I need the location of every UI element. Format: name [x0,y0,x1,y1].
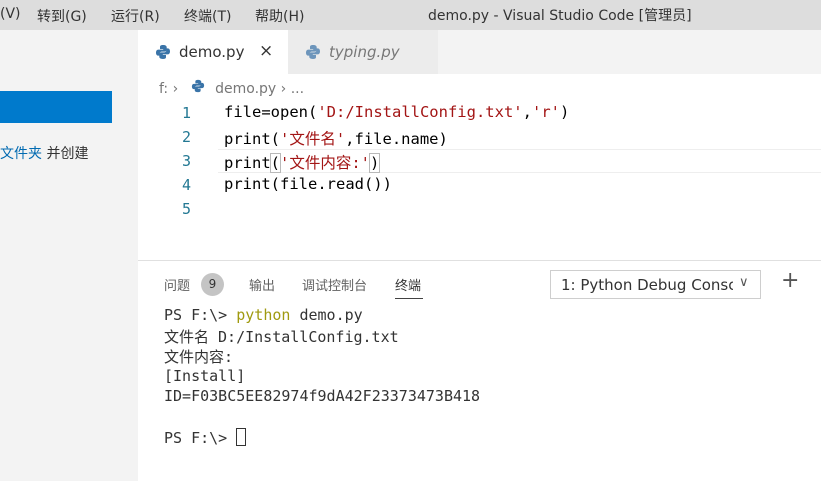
code-line: print('文件名',file.name) [224,127,448,149]
terminal-command: python [236,306,291,324]
tab-typing-py[interactable]: typing.py [288,30,438,74]
line-number: 4 [181,176,191,194]
tab-output[interactable]: 输出 [249,275,275,294]
sidebar-folder-link[interactable]: 文件夹 [0,146,42,162]
chevron-right-icon: › [172,81,179,97]
code-token: ,file.name) [345,130,448,148]
terminal-select-value: 1: Python Debug Consc [561,276,733,294]
title-bar: (V) 转到(G) 运行(R) 终端(T) 帮助(H) demo.py - Vi… [0,0,821,30]
code-line: file=open('D:/InstallConfig.txt','r') [224,103,569,121]
tab-terminal[interactable]: 终端 [395,275,421,294]
breadcrumb-drive[interactable]: f: [159,81,168,97]
window-title: demo.py - Visual Studio Code [管理员] [428,8,692,24]
code-token: print(file.read()) [224,175,392,193]
code-string: 'r' [531,103,560,121]
menu-terminal[interactable]: 终端(T) [184,6,231,26]
bracket-match: ( [269,153,282,173]
menu-view[interactable]: (V) [0,6,21,22]
line-number: 2 [181,128,191,146]
add-terminal-icon[interactable]: + [781,268,799,293]
tab-label: typing.py [329,43,400,61]
terminal-line: [Install] [164,367,246,385]
terminal-line: 文件内容: [164,348,234,366]
python-icon [156,45,170,59]
close-icon[interactable]: × [259,41,273,61]
menu-goto[interactable]: 转到(G) [37,6,87,26]
panel-divider [138,260,821,261]
tab-demo-py[interactable]: demo.py × [138,30,288,74]
python-icon [306,45,320,59]
code-token: file=open( [224,103,318,121]
code-line: print('文件内容:') [224,151,381,173]
tab-debug-console[interactable]: 调试控制台 [302,275,367,294]
breadcrumb-more[interactable]: ... [291,81,304,97]
code-string: '文件名' [280,130,346,148]
python-icon [191,79,204,93]
code-string: '文件内容:' [280,154,371,172]
problems-count-badge: 9 [201,273,224,296]
breadcrumb-file[interactable]: demo.py [215,81,276,97]
terminal-line: ID=F03BC5EE82974f9dA42F23373473B418 [164,387,481,405]
breadcrumb: f: › demo.py › ... [159,79,304,99]
line-number: 5 [181,200,191,218]
terminal-cursor [236,428,247,446]
chevron-right-icon: › [280,81,287,97]
terminal-prompt: PS F:\> [164,429,237,447]
terminal-prompt: PS F:\> [164,306,237,324]
sidebar-hint: 文件夹 并创建 [0,143,88,163]
code-line: print(file.read()) [224,175,392,193]
terminal-command-args: demo.py [290,306,363,324]
line-number: 3 [181,152,191,170]
editor-tab-bar: demo.py × typing.py [138,30,821,74]
sidebar: 文件夹 并创建 [0,30,138,481]
code-token: , [522,103,532,121]
active-tab-indicator [395,298,423,299]
code-token: print( [224,130,280,148]
bracket-match: ) [368,153,381,173]
terminal-line: 文件名 D:/InstallConfig.txt [164,328,399,346]
menu-help[interactable]: 帮助(H) [255,6,304,26]
tab-problems[interactable]: 问题 [164,275,190,294]
text-caret [379,153,381,171]
code-editor[interactable]: 1 2 3 4 5 file=open('D:/InstallConfig.tx… [138,100,821,260]
line-number: 1 [181,104,191,122]
terminal-line[interactable]: PS F:\> [164,428,247,447]
menu-run[interactable]: 运行(R) [111,6,160,26]
code-token: ) [559,103,570,121]
sidebar-open-folder-button[interactable] [0,91,112,123]
code-string: 'D:/InstallConfig.txt' [317,103,523,121]
terminal-line: PS F:\> python demo.py [164,306,363,324]
sidebar-hint-text: 并创建 [46,146,89,162]
tab-label: demo.py [179,43,245,61]
code-token: print [224,154,271,172]
terminal-select-dropdown[interactable]: 1: Python Debug Consc ∨ [550,270,761,299]
chevron-down-icon: ∨ [739,275,749,290]
